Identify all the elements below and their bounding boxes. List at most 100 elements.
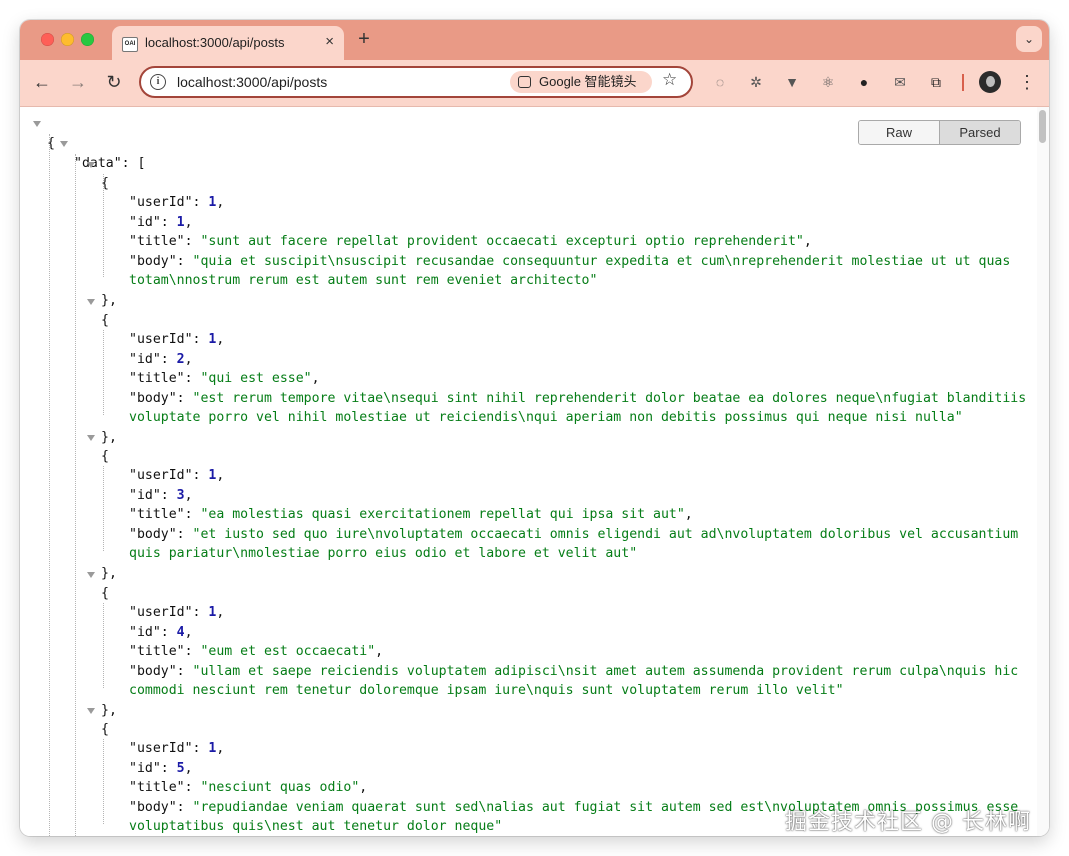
id-value: 2	[176, 352, 185, 367]
indent-guide	[103, 330, 104, 415]
id-line: "id": 3,	[129, 488, 193, 503]
site-info-icon[interactable]: i	[150, 74, 166, 90]
view-toggle: Raw Parsed	[858, 120, 1021, 145]
body-value-1: "quia et suscipit\nsuscipit recusandae c…	[192, 254, 1011, 269]
post-open-brace: {	[101, 313, 109, 328]
title-value: "sunt aut facere repellat provident occa…	[200, 234, 804, 249]
body-line-2: voluptate porro vel nihil molestiae ut r…	[129, 410, 963, 425]
react-icon[interactable]: ⚛	[818, 72, 838, 92]
id-line: "id": 5,	[129, 761, 193, 776]
data-key: "data"	[74, 156, 122, 171]
data-bracket: : [	[121, 156, 146, 171]
vue-icon[interactable]: ▼	[782, 72, 802, 92]
parsed-button[interactable]: Parsed	[940, 121, 1020, 144]
active-tab[interactable]: OAI localhost:3000/api/posts ×	[112, 26, 344, 60]
body-line: "body": "est rerum tempore vitae\nsequi …	[129, 391, 1027, 406]
userid-value: 1	[208, 195, 217, 210]
mail-icon[interactable]: ✉	[890, 72, 910, 92]
tab-close-icon[interactable]: ×	[325, 33, 334, 50]
userid-line: "userId": 1,	[129, 468, 225, 483]
title-line: "title": "eum et est occaecati",	[129, 644, 384, 659]
body-line-2: voluptatibus quis\nest aut tenetur dolor…	[129, 819, 502, 834]
address-text[interactable]: localhost:3000/api/posts	[177, 74, 327, 90]
open-brace: {	[47, 136, 55, 151]
collapse-toggle-icon[interactable]	[33, 121, 41, 127]
userid-value: 1	[208, 741, 217, 756]
window-minimize-button[interactable]	[61, 33, 74, 46]
post-close-brace: },	[101, 566, 117, 581]
title-line: "title": "ea molestias quasi exercitatio…	[129, 507, 693, 522]
id-value: 5	[176, 761, 185, 776]
bear-icon[interactable]: ●	[854, 72, 874, 92]
bookmark-star-icon[interactable]: ☆	[662, 70, 677, 90]
body-value-2: totam\nnostrum rerum est autem sunt rem …	[129, 273, 598, 288]
tab-strip: OAI localhost:3000/api/posts × + ⌄	[20, 20, 1049, 60]
reload-button[interactable]: ↻	[103, 71, 125, 93]
tab-search-button[interactable]: ⌄	[1016, 26, 1042, 52]
new-tab-button[interactable]: +	[354, 28, 374, 51]
indent-guide	[49, 134, 50, 836]
userid-line: "userId": 1,	[129, 195, 225, 210]
title-value: "ea molestias quasi exercitationem repel…	[200, 507, 685, 522]
body-value-2: voluptatibus quis\nest aut tenetur dolor…	[129, 819, 503, 834]
scrollbar[interactable]	[1037, 107, 1049, 836]
body-value-1: "est rerum tempore vitae\nsequi sint nih…	[192, 391, 1027, 406]
indent-guide	[103, 603, 104, 688]
userid-line: "userId": 1,	[129, 332, 225, 347]
profile-avatar[interactable]	[979, 71, 1001, 93]
post-open-brace: {	[101, 176, 109, 191]
tab-title: localhost:3000/api/posts	[145, 35, 285, 50]
google-lens-button[interactable]: Google 智能镜头	[510, 71, 652, 93]
toolbar: ← → ↻ i localhost:3000/api/posts Google …	[20, 60, 1049, 107]
lens-label: Google 智能镜头	[539, 74, 637, 89]
address-bar[interactable]: i localhost:3000/api/posts Google 智能镜头 ☆	[139, 66, 693, 98]
userid-value: 1	[208, 332, 217, 347]
collapse-toggle-icon[interactable]	[87, 572, 95, 578]
post-close-brace: },	[101, 703, 117, 718]
title-line: "title": "nesciunt quas odio",	[129, 780, 368, 795]
indent-guide	[103, 739, 104, 824]
body-value-2: commodi nesciunt rem tenetur doloremque …	[129, 683, 844, 698]
id-value: 3	[176, 488, 185, 503]
collapse-toggle-icon[interactable]	[60, 141, 68, 147]
body-value-1: "et iusto sed quo iure\nvoluptatem occae…	[192, 527, 1019, 542]
body-line: "body": "ullam et saepe reiciendis volup…	[129, 664, 1019, 679]
body-value-2: quis pariatur\nmolestiae porro eius odio…	[129, 546, 638, 561]
favicon-icon: OAI	[122, 37, 138, 52]
title-line: "title": "qui est esse",	[129, 371, 320, 386]
body-line-2: totam\nnostrum rerum est autem sunt rem …	[129, 273, 597, 288]
post-open-brace: {	[101, 586, 109, 601]
userid-value: 1	[208, 468, 217, 483]
json-viewer: { "data": [ { "userId": 1, "id": 1, "title"…	[20, 107, 1049, 836]
userid-line: "userId": 1,	[129, 605, 225, 620]
window-close-button[interactable]	[41, 33, 54, 46]
watermark-text: 掘金技术社区 @ 长林啊	[785, 810, 1031, 835]
menu-kebab-icon[interactable]: ⋮	[1018, 71, 1036, 93]
title-value: "qui est esse"	[200, 371, 312, 386]
circle-dots-icon[interactable]: ◌	[710, 72, 730, 92]
userid-value: 1	[208, 605, 217, 620]
post-close-brace: },	[101, 293, 117, 308]
window-maximize-button[interactable]	[81, 33, 94, 46]
scrollbar-thumb[interactable]	[1039, 110, 1046, 143]
id-line: "id": 1,	[129, 215, 193, 230]
body-value-2: voluptate porro vel nihil molestiae ut r…	[129, 410, 963, 425]
collapse-toggle-icon[interactable]	[87, 708, 95, 714]
id-value: 4	[176, 625, 185, 640]
lens-icon	[518, 76, 531, 88]
body-line-2: commodi nesciunt rem tenetur doloremque …	[129, 683, 844, 698]
collapse-toggle-icon[interactable]	[87, 299, 95, 305]
puzzle-icon[interactable]: ⧉	[926, 72, 946, 92]
collapse-toggle-icon[interactable]	[87, 435, 95, 441]
title-value: "nesciunt quas odio"	[200, 780, 360, 795]
body-line: "body": "et iusto sed quo iure\nvoluptat…	[129, 527, 1019, 542]
userid-line: "userId": 1,	[129, 741, 225, 756]
back-button[interactable]: ←	[31, 71, 53, 93]
collapse-toggle-icon[interactable]	[87, 162, 95, 168]
id-line: "id": 2,	[129, 352, 193, 367]
gear-icon[interactable]: ✲	[746, 72, 766, 92]
forward-button[interactable]: →	[67, 71, 89, 93]
post-open-brace: {	[101, 449, 109, 464]
indent-guide	[75, 154, 76, 836]
raw-button[interactable]: Raw	[859, 121, 940, 144]
